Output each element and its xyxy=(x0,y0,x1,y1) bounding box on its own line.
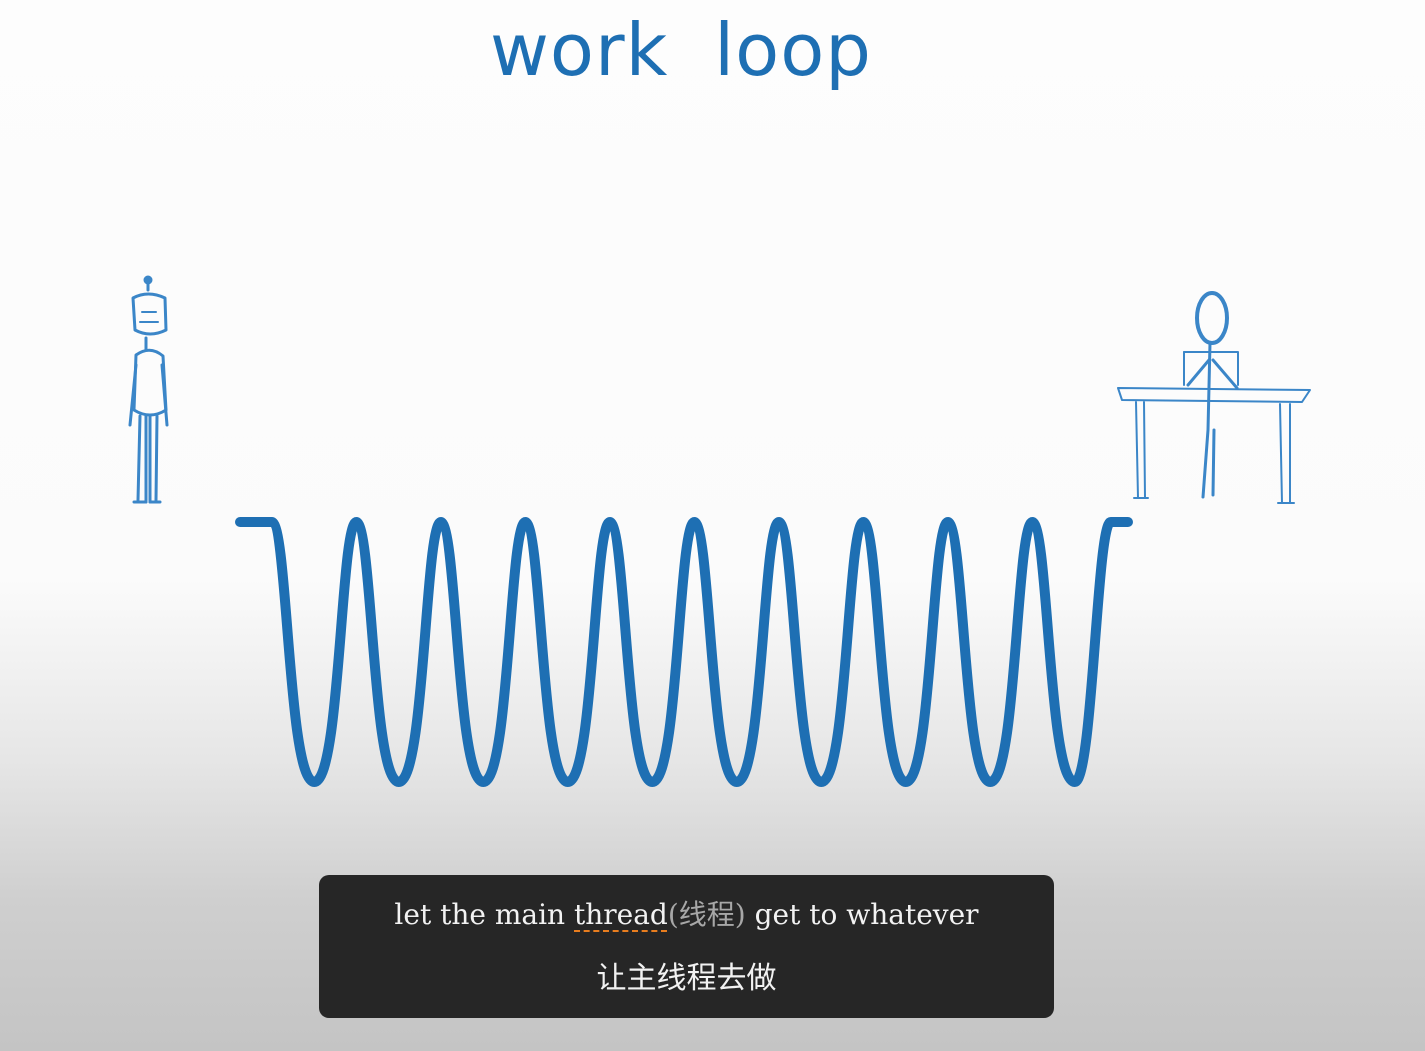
subtitle-english: let the main thread(线程) get to whatever xyxy=(319,893,1054,933)
subtitle-gloss: (线程) xyxy=(667,898,746,931)
subtitle-panel: let the main thread(线程) get to whatever … xyxy=(319,875,1054,1018)
subtitle-chinese: 让主线程去做 xyxy=(596,961,777,996)
subtitle-highlight-word[interactable]: thread xyxy=(574,898,668,931)
subtitle-text-after: get to whatever xyxy=(745,898,979,931)
video-frame[interactable]: work loop let the main thread(线程) get to… xyxy=(0,0,1425,1051)
subtitle-text-before: let the main xyxy=(394,898,574,931)
